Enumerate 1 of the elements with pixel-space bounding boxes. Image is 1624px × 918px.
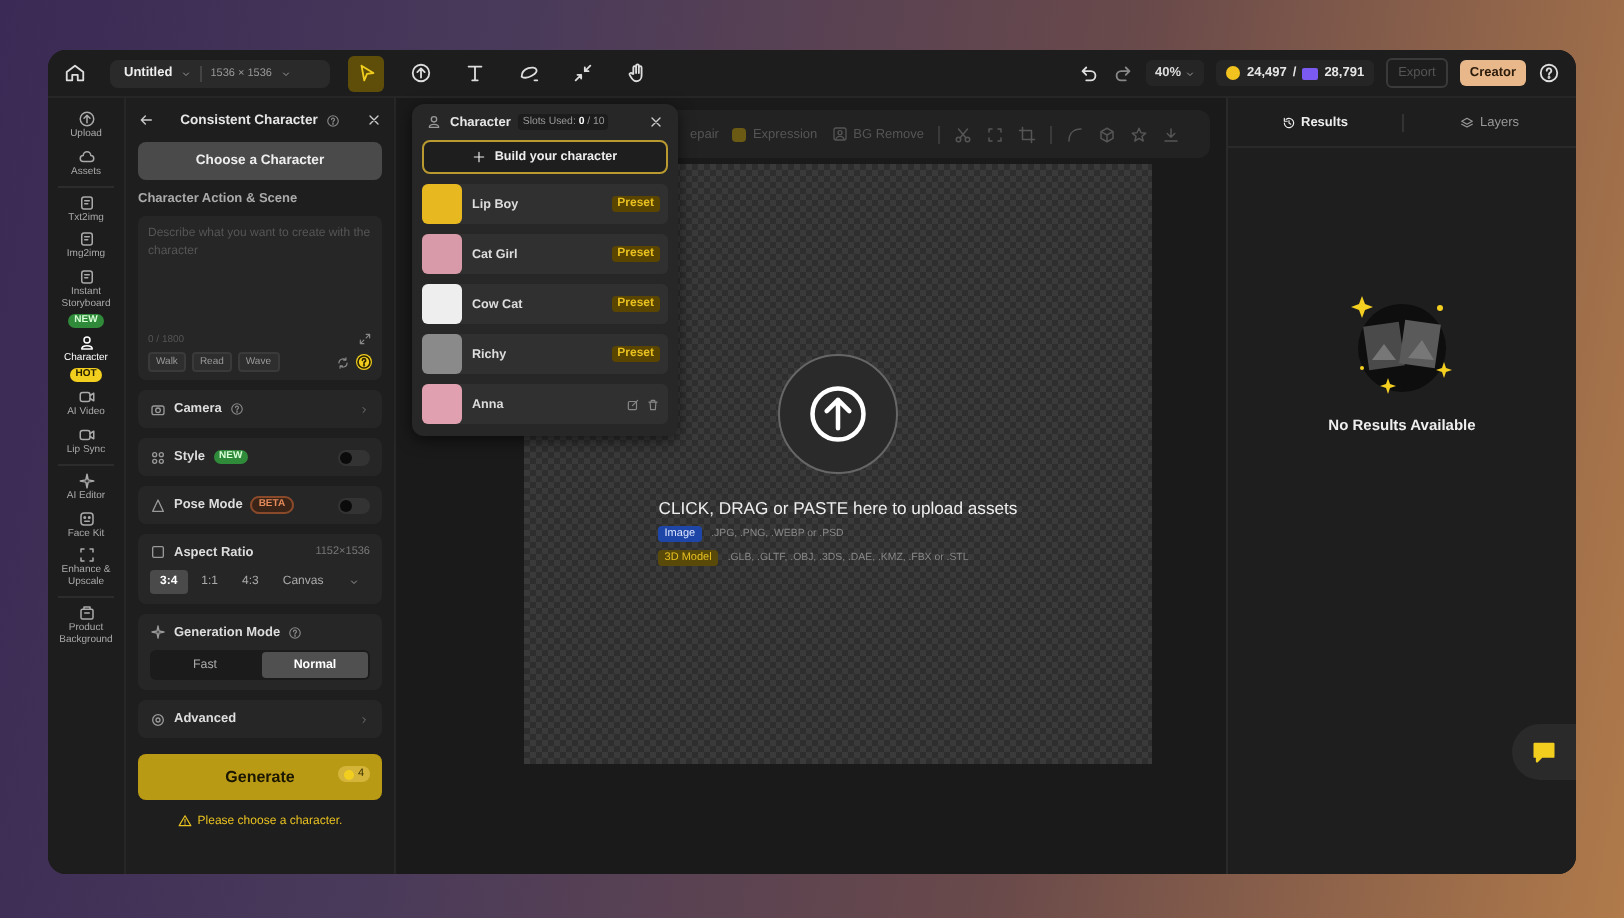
upload-instructions: CLICK, DRAG or PASTE here to upload assets — [658, 498, 1018, 518]
